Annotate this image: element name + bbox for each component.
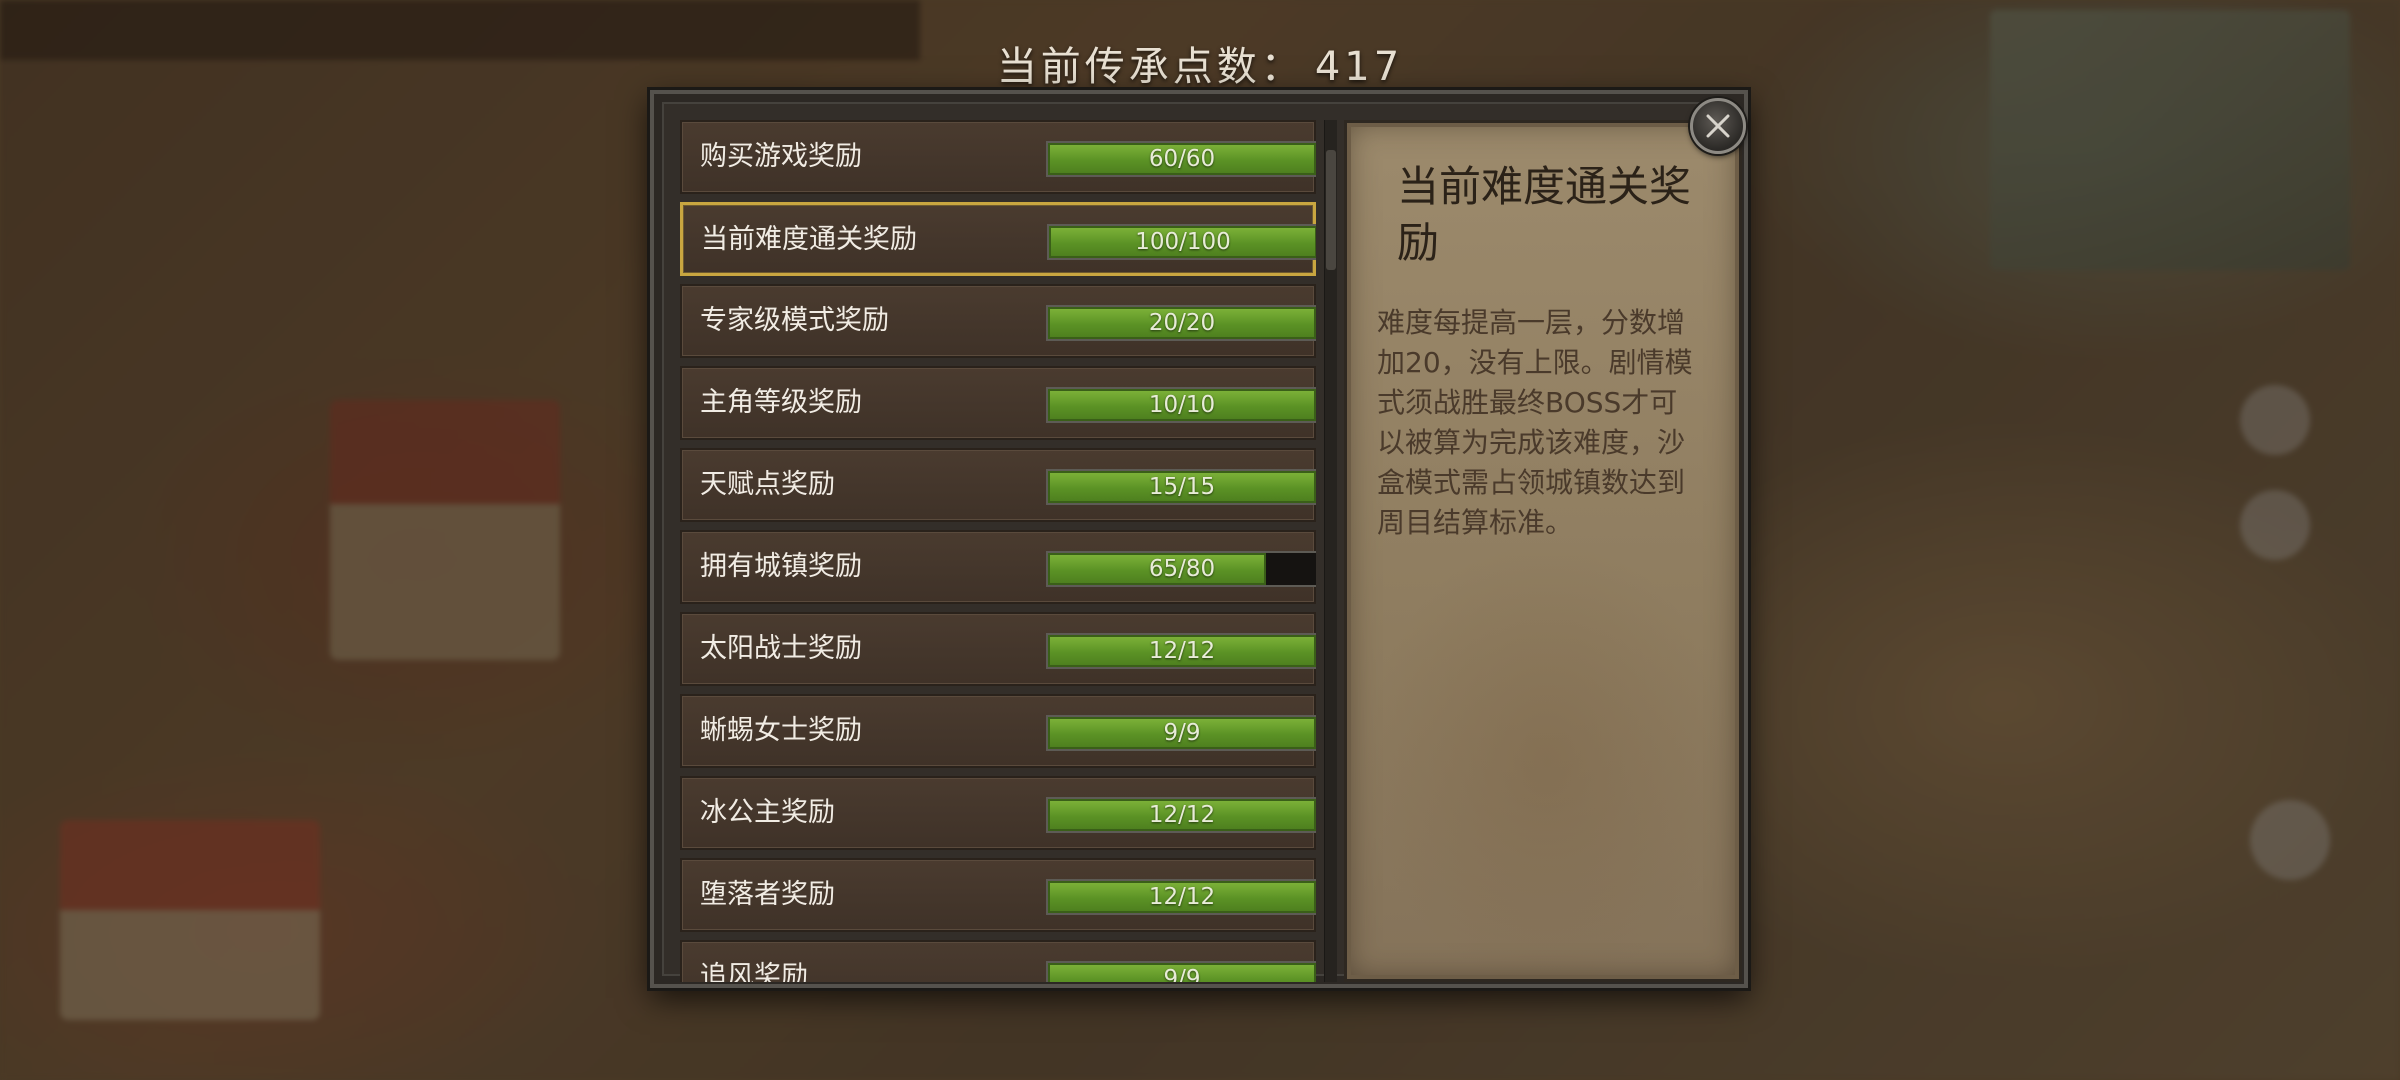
reward-row[interactable]: 当前难度通关奖励 100/100 [680, 202, 1316, 276]
reward-progress-bar: 20/20 [1046, 305, 1316, 341]
reward-label: 主角等级奖励 [700, 387, 862, 418]
reward-label: 太阳战士奖励 [700, 633, 862, 664]
reward-row[interactable]: 冰公主奖励 12/12 [680, 776, 1316, 850]
reward-label: 购买游戏奖励 [700, 141, 862, 172]
reward-row[interactable]: 追风奖励 9/9 [680, 940, 1316, 982]
reward-label: 拥有城镇奖励 [700, 551, 862, 582]
reward-progress-bar: 60/60 [1046, 141, 1316, 177]
reward-progress-text: 10/10 [1148, 392, 1216, 418]
reward-progress-bar: 9/9 [1046, 961, 1316, 982]
legacy-points-title: 当前传承点数： 417 [0, 34, 2400, 92]
reward-row[interactable]: 太阳战士奖励 12/12 [680, 612, 1316, 686]
reward-progress-text: 15/15 [1148, 474, 1216, 500]
legacy-points-value: 417 [1314, 44, 1404, 90]
close-icon [1706, 114, 1730, 138]
reward-label: 专家级模式奖励 [700, 305, 889, 336]
reward-progress-text: 9/9 [1163, 720, 1201, 746]
legacy-points-label: 当前传承点数： [996, 44, 1305, 90]
reward-progress-text: 12/12 [1148, 884, 1216, 910]
reward-progress-bar: 100/100 [1047, 224, 1316, 260]
scrollbar-thumb[interactable] [1326, 150, 1336, 270]
reward-row[interactable]: 堕落者奖励 12/12 [680, 858, 1316, 932]
reward-label: 冰公主奖励 [700, 797, 835, 828]
reward-progress-bar: 12/12 [1046, 797, 1316, 833]
reward-row[interactable]: 天赋点奖励 15/15 [680, 448, 1316, 522]
reward-progress-text: 100/100 [1135, 229, 1231, 255]
reward-label: 蜥蜴女士奖励 [700, 715, 862, 746]
close-button[interactable] [1690, 98, 1746, 154]
reward-label: 追风奖励 [700, 961, 808, 982]
legacy-rewards-dialog: 购买游戏奖励 60/60 当前难度通关奖励 100/100 专家级模式奖励 20/20 主角… [650, 90, 1748, 988]
reward-progress-bar: 12/12 [1046, 879, 1316, 915]
reward-progress-bar: 12/12 [1046, 633, 1316, 669]
reward-label: 堕落者奖励 [700, 879, 835, 910]
reward-progress-text: 65/80 [1148, 556, 1216, 582]
dialog-inner-frame: 购买游戏奖励 60/60 当前难度通关奖励 100/100 专家级模式奖励 20/20 主角… [662, 102, 1742, 982]
reward-progress-bar: 9/9 [1046, 715, 1316, 751]
reward-label: 当前难度通关奖励 [701, 224, 917, 255]
reward-progress-text: 12/12 [1148, 802, 1216, 828]
reward-progress-text: 9/9 [1163, 966, 1201, 982]
reward-progress-text: 60/60 [1148, 146, 1216, 172]
reward-row[interactable]: 购买游戏奖励 60/60 [680, 120, 1316, 194]
reward-list[interactable]: 购买游戏奖励 60/60 当前难度通关奖励 100/100 专家级模式奖励 20/20 主角… [680, 120, 1316, 982]
reward-list-scrollbar[interactable] [1324, 120, 1337, 982]
reward-progress-text: 20/20 [1148, 310, 1216, 336]
reward-label: 天赋点奖励 [700, 469, 835, 500]
reward-detail-title: 当前难度通关奖励 [1397, 162, 1692, 267]
reward-row[interactable]: 专家级模式奖励 20/20 [680, 284, 1316, 358]
reward-progress-bar: 65/80 [1046, 551, 1316, 587]
reward-detail-description: 难度每提高一层，分数增加20，没有上限。剧情模式须战胜最终BOSS才可以被算为完… [1377, 306, 1693, 539]
reward-row[interactable]: 蜥蜴女士奖励 9/9 [680, 694, 1316, 768]
reward-row[interactable]: 拥有城镇奖励 65/80 [680, 530, 1316, 604]
reward-detail-panel: 当前难度通关奖励 难度每提高一层，分数增加20，没有上限。剧情模式须战胜最终BO… [1344, 120, 1742, 982]
reward-progress-bar: 10/10 [1046, 387, 1316, 423]
reward-progress-text: 12/12 [1148, 638, 1216, 664]
reward-row[interactable]: 主角等级奖励 10/10 [680, 366, 1316, 440]
reward-progress-bar: 15/15 [1046, 469, 1316, 505]
